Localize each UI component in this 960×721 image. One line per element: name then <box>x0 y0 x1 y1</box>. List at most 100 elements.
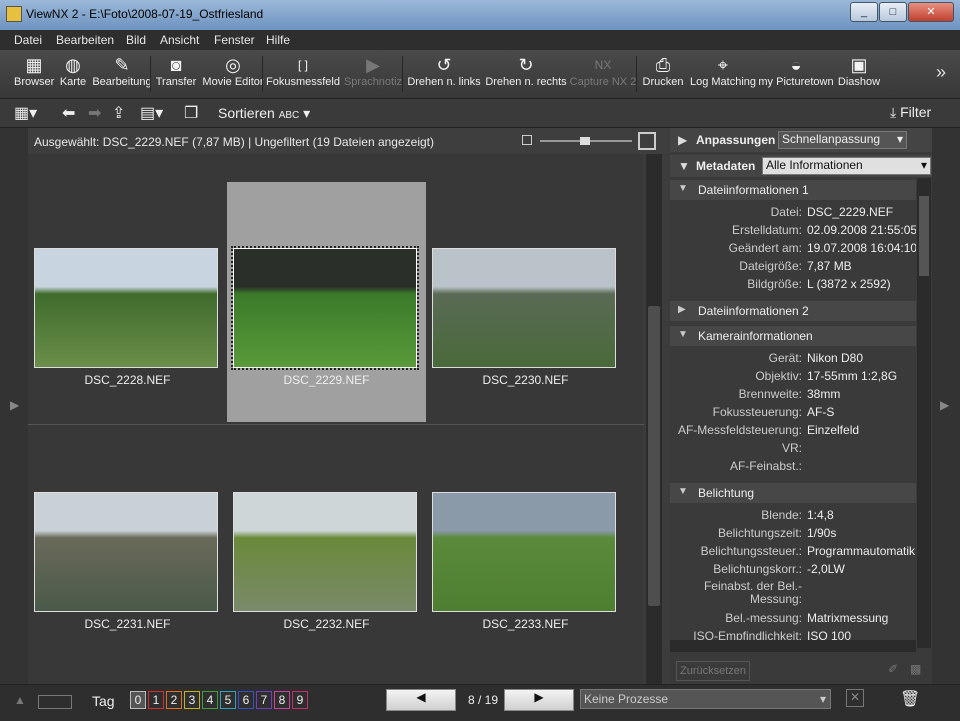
folder-up-icon[interactable]: ⇪ <box>112 103 125 123</box>
bearbeitung-button[interactable]: ✎ Bearbeitung <box>92 52 152 96</box>
thumbnail-cell[interactable]: DSC_2229.NEF <box>227 182 426 422</box>
menu-fenster[interactable]: Fenster <box>214 33 255 47</box>
close-icon[interactable]: ✕ <box>908 2 954 22</box>
tag-8-button[interactable]: 8 <box>274 691 290 709</box>
drehen-n-links-button[interactable]: ↺ Drehen n. links <box>406 52 482 96</box>
karte-button[interactable]: ◍ Karte <box>58 52 88 96</box>
tag-1-button[interactable]: 1 <box>148 691 164 709</box>
drucken-button[interactable]: ⎙ Drucken <box>640 52 686 96</box>
back-arrow-icon[interactable]: ⬅ <box>62 103 75 123</box>
printer-icon: ⎙ <box>655 55 671 75</box>
thumbnail-cell[interactable]: DSC_2233.NEF <box>426 426 625 666</box>
thumbnail-cell[interactable]: DSC_2230.NEF <box>426 182 625 422</box>
metadata-key: Objektiv: <box>755 369 802 383</box>
log-matching-icon: ⌖ <box>717 55 729 75</box>
scrollbar-thumb[interactable] <box>648 306 660 606</box>
sort-button[interactable]: Sortieren ABC ▾ <box>218 105 310 122</box>
tag-4-button[interactable]: 4 <box>202 691 218 709</box>
metadata-hscrollbar[interactable] <box>670 640 916 652</box>
metadata-section-header[interactable]: ▼ Kamerainformationen <box>670 326 916 346</box>
menu-ansicht[interactable]: Ansicht <box>160 33 199 47</box>
filmstrip-up-icon[interactable]: ▲ <box>14 693 26 707</box>
process-select[interactable]: Keine Prozesse ▾ <box>580 689 831 709</box>
metadata-select[interactable]: Alle Informationen ▾ <box>762 157 931 175</box>
filmstrip-icon[interactable] <box>38 695 72 709</box>
section-title: Kamerainformationen <box>698 329 813 343</box>
slider-handle[interactable] <box>580 137 590 145</box>
brush-icon[interactable]: ✐ <box>888 662 898 676</box>
photo-thumbnail[interactable] <box>34 248 218 368</box>
tag-0-button[interactable]: 0 <box>130 691 146 709</box>
tag-5-button[interactable]: 5 <box>220 691 236 709</box>
trash-icon[interactable]: 🗑 <box>900 689 920 709</box>
transfer-button[interactable]: ◙ Transfer <box>154 52 198 96</box>
toolbar-label: Karte <box>59 76 87 88</box>
my-picturetown-button[interactable]: ◒ my Picturetown <box>758 52 834 96</box>
metadata-scrollbar-thumb[interactable] <box>919 196 929 276</box>
toolbar-separator <box>636 56 637 92</box>
thumbnail-cell[interactable]: DSC_2232.NEF <box>227 426 426 666</box>
tag-9-button[interactable]: 9 <box>292 691 308 709</box>
film-reel-icon: ◎ <box>225 55 241 75</box>
diashow-button[interactable]: ▣ Diashow <box>836 52 882 96</box>
tag-3-button[interactable]: 3 <box>184 691 200 709</box>
fokusmessfeld-button[interactable]: [ ] Fokusmessfeld <box>266 52 340 96</box>
tag-2-button[interactable]: 2 <box>166 691 182 709</box>
view-mode-icon[interactable]: ▦▾ <box>14 103 37 123</box>
toolbar-label: Transfer <box>155 76 197 88</box>
metadata-section-header[interactable]: ▼ Belichtung <box>670 483 916 503</box>
more-icon[interactable]: » <box>936 62 946 83</box>
tag-7-button[interactable]: 7 <box>256 691 272 709</box>
metadata-section-header[interactable]: ▶ Dateiinformationen 2 <box>670 301 916 321</box>
metadata-value: 38mm <box>807 387 841 401</box>
photo-thumbnail[interactable] <box>432 248 616 368</box>
large-thumb-icon[interactable] <box>638 132 656 150</box>
metadata-section-header[interactable]: ▼ Dateiinformationen 1 <box>670 180 916 200</box>
adjust-select[interactable]: Schnellanpassung ▾ <box>778 131 907 149</box>
save-icon[interactable]: ▩ <box>910 662 921 676</box>
metadata-key: VR: <box>781 441 802 455</box>
maximize-icon[interactable]: □ <box>879 2 907 22</box>
menu-bild[interactable]: Bild <box>126 33 146 47</box>
menu-hilfe[interactable]: Hilfe <box>266 33 290 47</box>
photo-thumbnail[interactable] <box>231 246 419 370</box>
movie-editor-button[interactable]: ◎ Movie Editor <box>200 52 266 96</box>
grid-scrollbar[interactable] <box>646 154 662 684</box>
menu-bearbeiten[interactable]: Bearbeiten <box>56 33 114 47</box>
metadata-value: 19.07.2008 16:04:10 <box>807 241 916 255</box>
thumbnail-cell[interactable]: DSC_2231.NEF <box>28 426 227 666</box>
folder-icon[interactable]: ▤▾ <box>140 103 163 123</box>
metadata-value: -2,0LW <box>807 562 845 576</box>
adjust-header[interactable]: ▶ Anpassungen Schnellanpassung ▾ <box>670 128 932 152</box>
photo-thumbnail[interactable] <box>34 492 218 612</box>
prev-button[interactable]: ◀ <box>386 689 456 711</box>
photo-thumbnail[interactable] <box>233 492 417 612</box>
toolbar-label: Diashow <box>837 76 881 88</box>
window-icon[interactable]: ❐ <box>184 103 198 123</box>
log-matching-button[interactable]: ⌖ Log Matching <box>688 52 758 96</box>
browser-button[interactable]: ▦ Browser <box>14 52 54 96</box>
toolbar-label: Drehen n. links <box>407 76 481 88</box>
tag-6-button[interactable]: 6 <box>238 691 254 709</box>
menu-datei[interactable]: Datei <box>14 33 42 47</box>
small-thumb-icon[interactable] <box>522 135 532 145</box>
minimize-icon[interactable]: _ <box>850 2 878 22</box>
expand-right-icon[interactable]: ▶ <box>940 398 949 412</box>
metadata-label: Metadaten <box>696 159 756 173</box>
cancel-process-icon[interactable]: ✕ <box>846 689 864 707</box>
tag-label: Tag <box>92 693 115 709</box>
photo-thumbnail[interactable] <box>432 492 616 612</box>
thumbnail-cell[interactable]: DSC_2228.NEF <box>28 182 227 422</box>
drehen-n-rechts-button[interactable]: ↻ Drehen n. rechts <box>484 52 568 96</box>
forward-arrow-icon[interactable]: ➡ <box>88 103 101 123</box>
metadata-scrollbar[interactable] <box>917 178 931 648</box>
metadata-header[interactable]: ▼ Metadaten Alle Informationen ▾ <box>670 155 932 177</box>
reset-button[interactable]: Zurücksetzen <box>676 661 750 681</box>
left-collapse-strip: ▶ <box>0 128 28 684</box>
metadata-value: Matrixmessung <box>807 611 889 625</box>
next-button[interactable]: ▶ <box>504 689 574 711</box>
expand-left-icon[interactable]: ▶ <box>10 398 19 412</box>
filter-button[interactable]: ⤓ Filter <box>890 104 931 121</box>
section-title: Dateiinformationen 2 <box>698 304 809 318</box>
toolbar-separator <box>402 56 403 92</box>
